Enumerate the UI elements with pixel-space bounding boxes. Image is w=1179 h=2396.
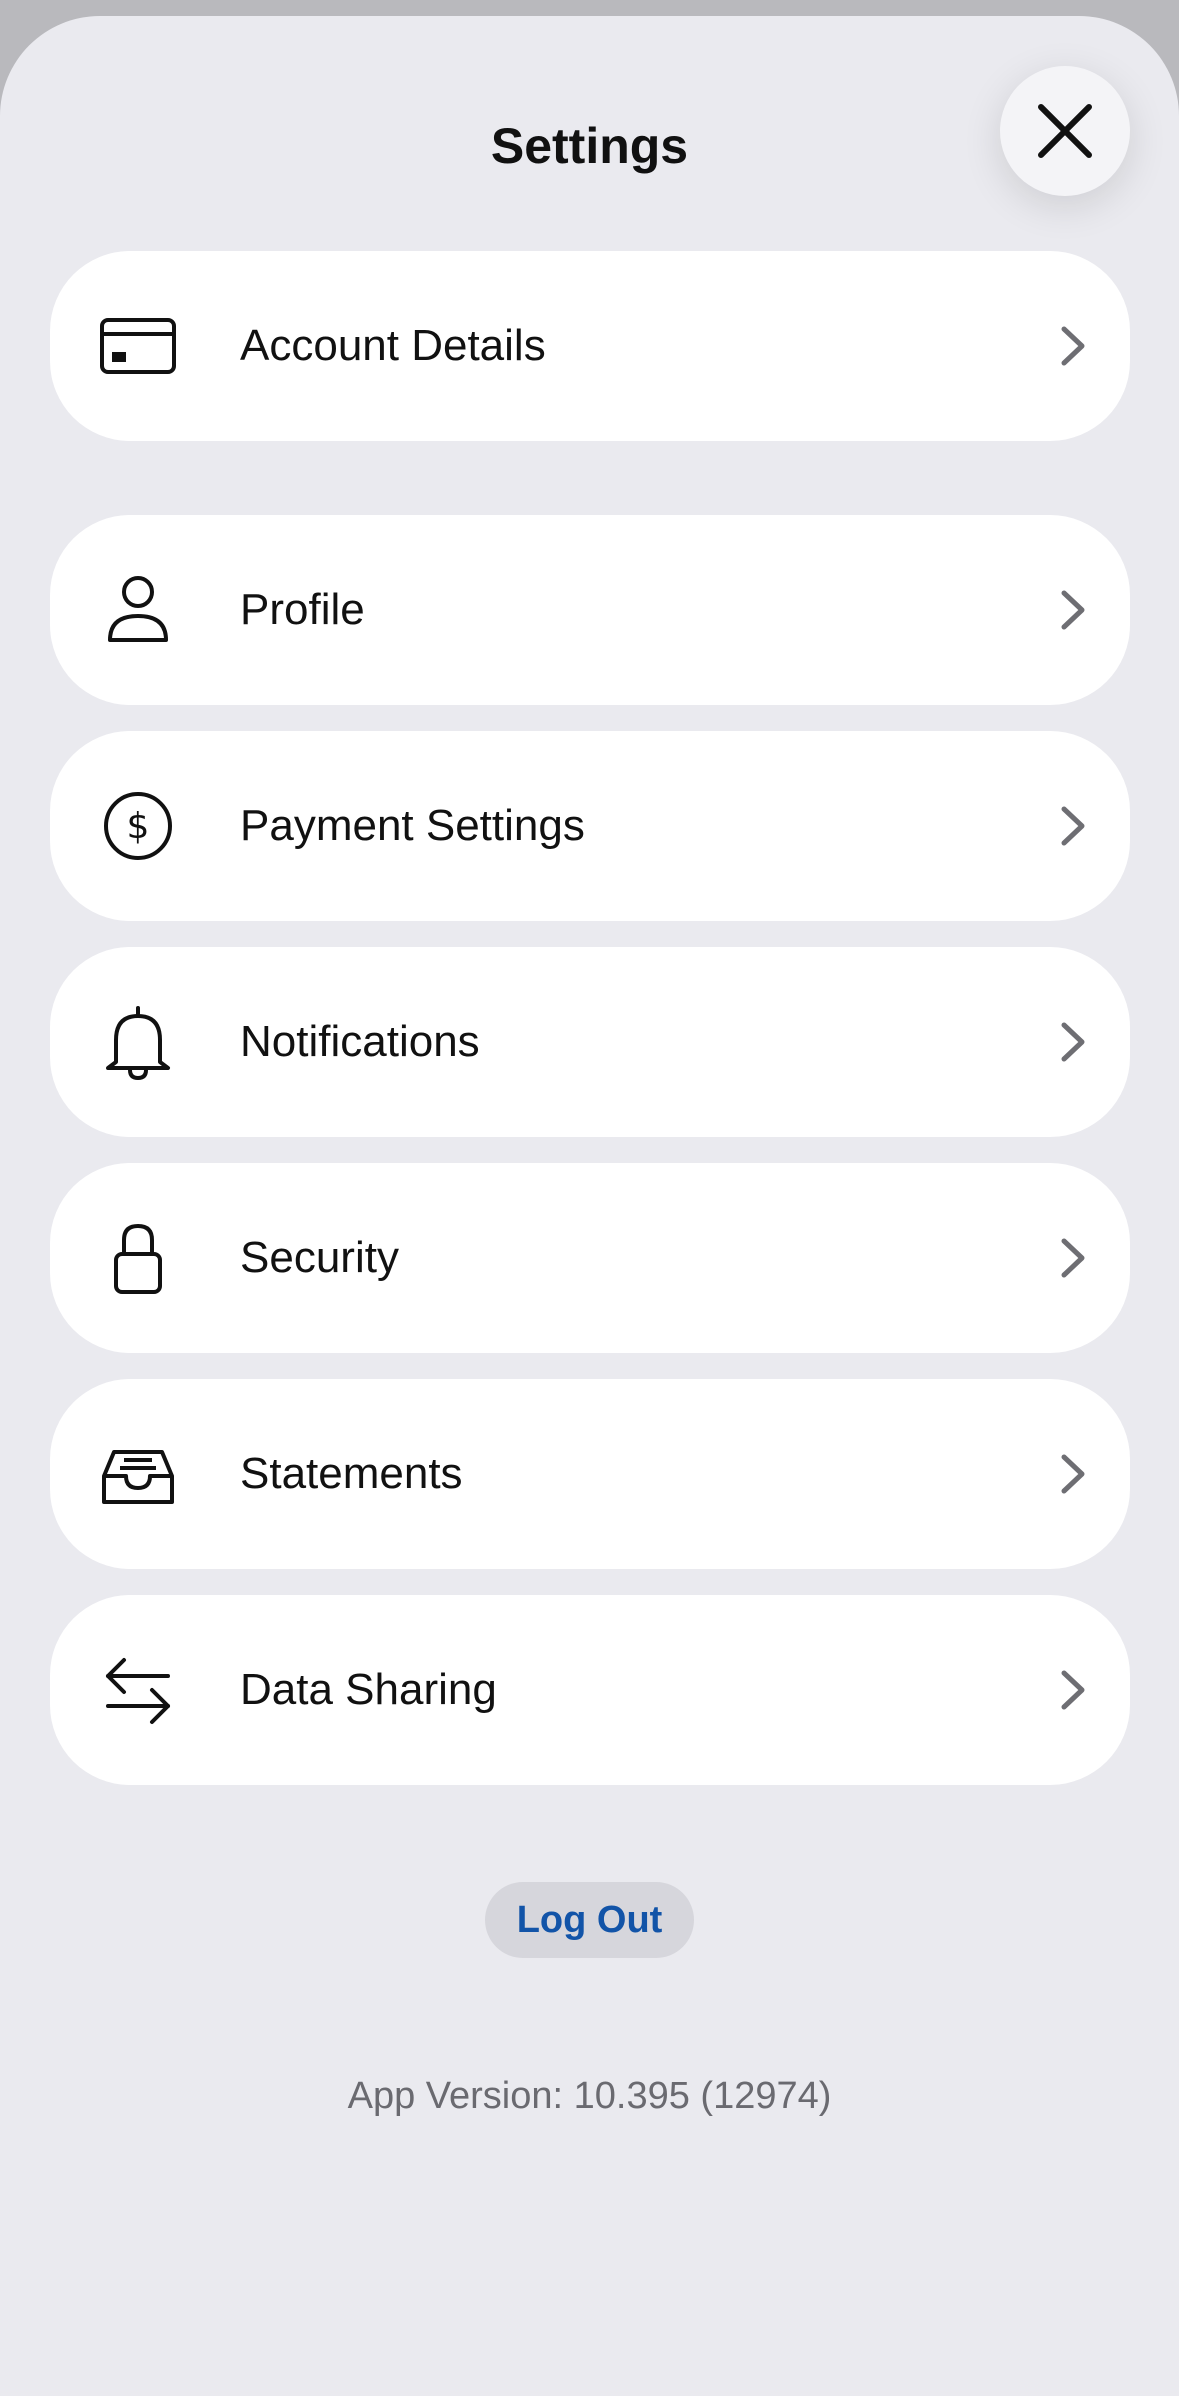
chevron-right-icon xyxy=(1061,1670,1085,1710)
menu-item-statements[interactable]: Statements xyxy=(50,1379,1130,1569)
person-icon xyxy=(108,576,168,642)
chevron-right-icon xyxy=(1061,326,1085,366)
menu-item-data-sharing[interactable]: Data Sharing xyxy=(50,1595,1130,1785)
chevron-right-icon xyxy=(1061,806,1085,846)
menu-item-label: Statements xyxy=(240,1449,463,1498)
settings-sheet: Settings Account Details Profile $ Payme… xyxy=(0,16,1179,2396)
close-icon xyxy=(1038,104,1092,158)
svg-text:$: $ xyxy=(127,806,150,847)
menu-item-label: Profile xyxy=(240,585,365,634)
close-button[interactable] xyxy=(1000,66,1130,196)
lock-icon xyxy=(114,1223,162,1294)
menu-item-account-details[interactable]: Account Details xyxy=(50,251,1130,441)
chevron-right-icon xyxy=(1061,1022,1085,1062)
logout-button[interactable]: Log Out xyxy=(485,1882,694,1958)
app-version-text: App Version: 10.395 (12974) xyxy=(347,2075,832,2117)
menu-item-notifications[interactable]: Notifications xyxy=(50,947,1130,1137)
dollar-circle-icon: $ xyxy=(104,792,172,860)
bell-icon xyxy=(106,1006,170,1080)
menu-item-payment-settings[interactable]: $ Payment Settings xyxy=(50,731,1130,921)
inbox-tray-icon xyxy=(102,1450,174,1504)
chevron-right-icon xyxy=(1061,590,1085,630)
chevron-right-icon xyxy=(1061,1238,1085,1278)
menu-item-label: Data Sharing xyxy=(240,1665,497,1714)
menu-item-label: Account Details xyxy=(240,321,546,370)
menu-item-label: Notifications xyxy=(240,1017,480,1066)
menu-item-label: Security xyxy=(240,1233,399,1282)
credit-card-icon xyxy=(100,318,176,374)
chevron-right-icon xyxy=(1061,1454,1085,1494)
menu-item-security[interactable]: Security xyxy=(50,1163,1130,1353)
menu-item-label: Payment Settings xyxy=(240,801,585,850)
arrows-swap-icon xyxy=(106,1658,170,1724)
menu-item-profile[interactable]: Profile xyxy=(50,515,1130,705)
